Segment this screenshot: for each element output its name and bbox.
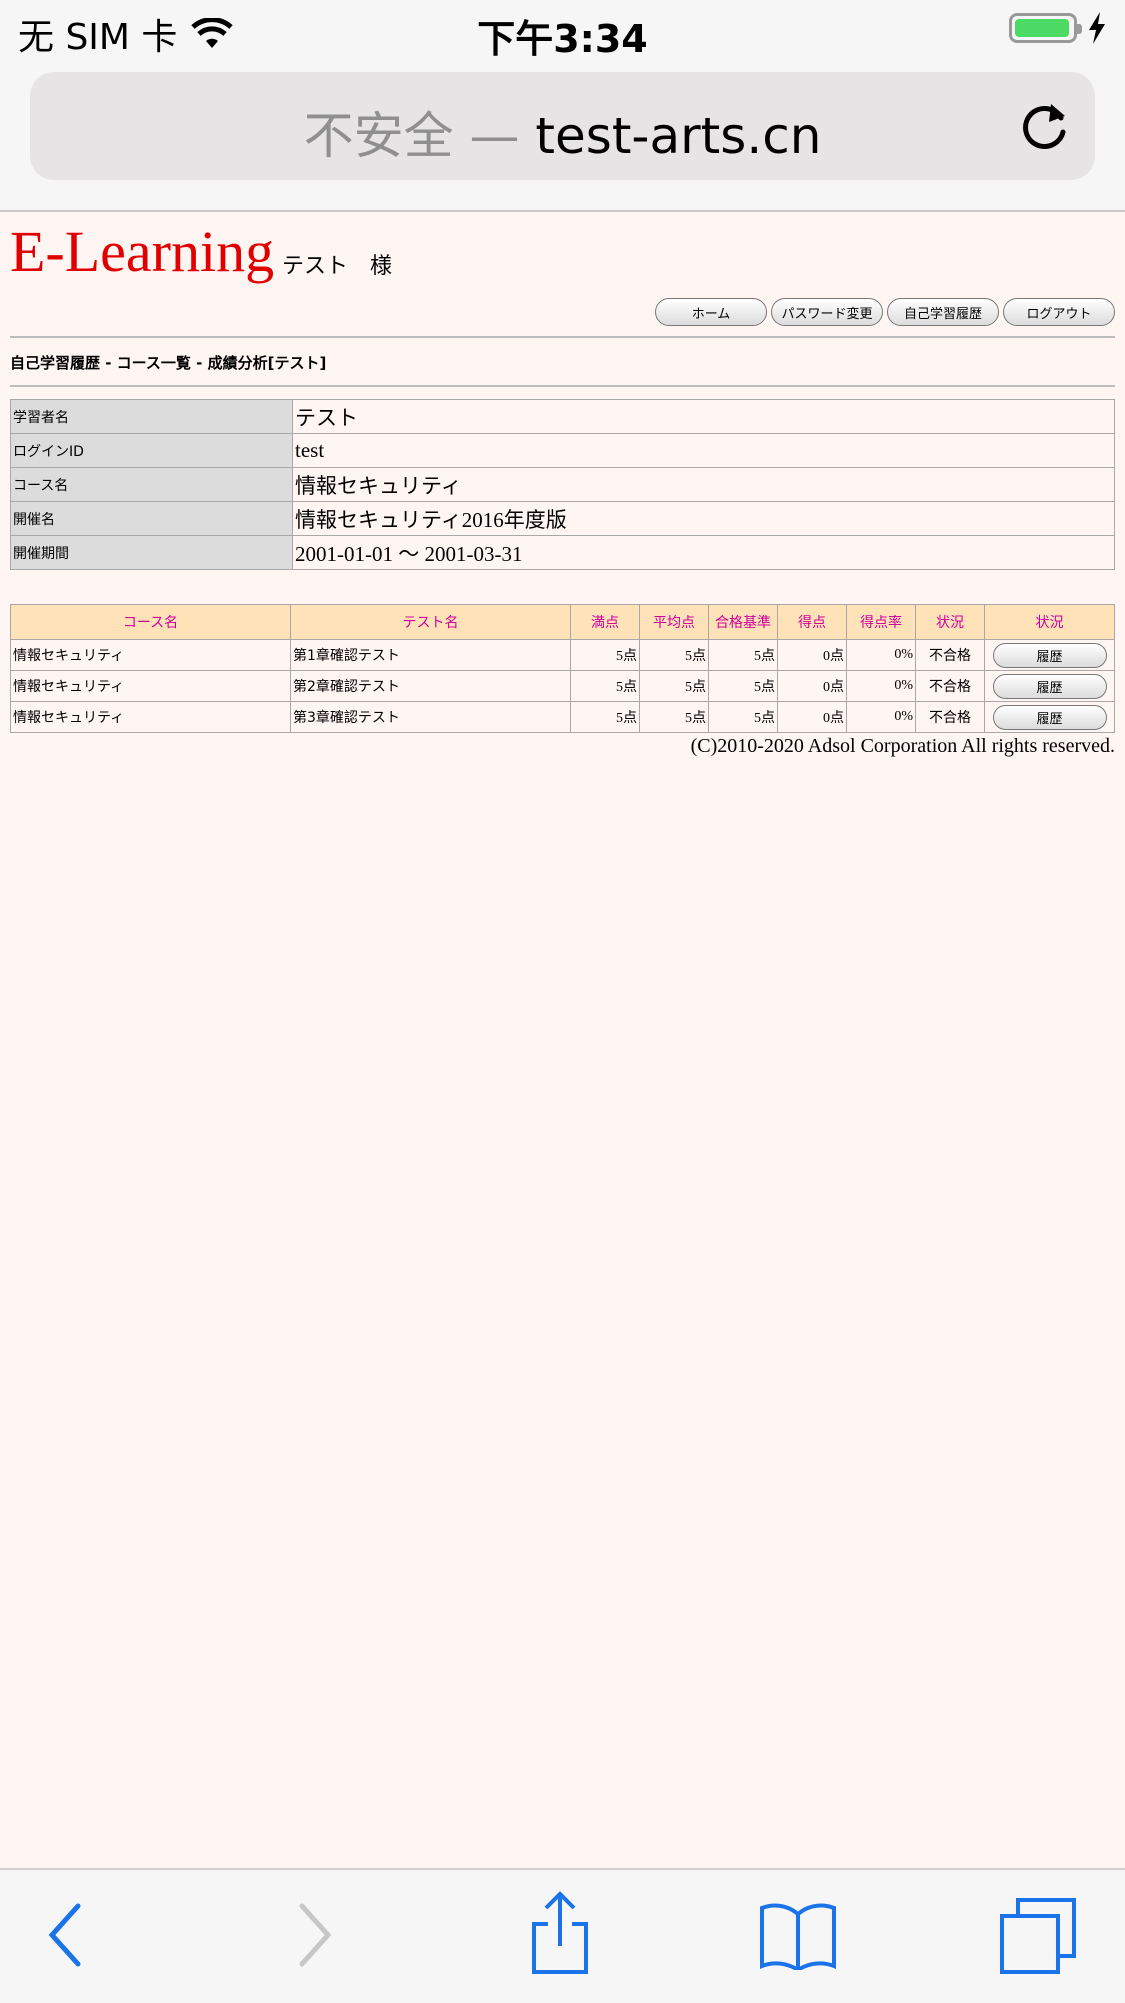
brand-logo: E-Learning [10, 219, 275, 284]
tabs-icon[interactable] [998, 1896, 1078, 1976]
battery-icon [1009, 13, 1082, 43]
cell-score: 0点 [777, 701, 847, 733]
page-content: E-Learning テスト 様 ホーム パスワード変更 自己学習履歴 ログアウ… [10, 218, 1115, 758]
col-action: 状況 [984, 604, 1115, 640]
info-row: 学習者名 テスト [10, 399, 1115, 434]
results-table: コース名 テスト名 満点 平均点 合格基準 得点 得点率 状況 状況 情報セキュ… [10, 604, 1115, 733]
history-button[interactable]: 履歴 [992, 642, 1107, 668]
table-row: 情報セキュリティ 第1章確認テスト 5点 5点 5点 0点 0% 不合格 履歴 [10, 639, 1115, 671]
col-test: テスト名 [290, 604, 571, 640]
table-row: 情報セキュリティ 第2章確認テスト 5点 5点 5点 0点 0% 不合格 履歴 [10, 670, 1115, 702]
back-icon[interactable] [44, 1900, 84, 1970]
cell-course: 情報セキュリティ [10, 670, 291, 702]
cell-status: 不合格 [915, 701, 985, 733]
info-label: コース名 [10, 467, 293, 502]
learning-history-button[interactable]: 自己学習履歴 [887, 298, 999, 326]
status-time: 下午3:34 [477, 17, 648, 61]
col-score: 得点 [777, 604, 847, 640]
info-row: 開催名 情報セキュリティ2016年度版 [10, 501, 1115, 536]
cell-test: 第3章確認テスト [290, 701, 571, 733]
info-value: 2001-01-01 ～ 2001-03-31 [292, 535, 1115, 570]
reload-icon[interactable] [1017, 98, 1073, 154]
cell-course: 情報セキュリティ [10, 639, 291, 671]
cell-pass: 5点 [708, 701, 778, 733]
info-label: 開催名 [10, 501, 293, 536]
cell-avg: 5点 [639, 701, 709, 733]
col-status: 状況 [915, 604, 985, 640]
col-course: コース名 [10, 604, 291, 640]
info-value: 情報セキュリティ2016年度版 [292, 501, 1115, 536]
cell-action: 履歴 [984, 670, 1115, 702]
info-row: コース名 情報セキュリティ [10, 467, 1115, 502]
home-button[interactable]: ホーム [655, 298, 767, 326]
cell-score: 0点 [777, 639, 847, 671]
address-area: 不安全 — test-arts.cn [0, 62, 1125, 212]
history-button[interactable]: 履歴 [992, 673, 1107, 699]
col-full: 満点 [570, 604, 640, 640]
cell-action: 履歴 [984, 701, 1115, 733]
cell-action: 履歴 [984, 639, 1115, 671]
cell-score: 0点 [777, 670, 847, 702]
cell-status: 不合格 [915, 670, 985, 702]
learner-info-table: 学習者名 テスト ログインID test コース名 情報セキュリティ 開催名 情… [10, 399, 1115, 570]
info-label: 学習者名 [10, 399, 293, 434]
cell-full: 5点 [570, 639, 640, 671]
table-row: 情報セキュリティ 第3章確認テスト 5点 5点 5点 0点 0% 不合格 履歴 [10, 701, 1115, 733]
col-pass: 合格基準 [708, 604, 778, 640]
info-value: 情報セキュリティ [292, 467, 1115, 502]
cell-pass: 5点 [708, 639, 778, 671]
address-bar[interactable]: 不安全 — test-arts.cn [30, 72, 1095, 180]
browser-toolbar [0, 1868, 1125, 2003]
cell-avg: 5点 [639, 670, 709, 702]
info-row: ログインID test [10, 433, 1115, 468]
cell-avg: 5点 [639, 639, 709, 671]
status-bar: 无 SIM 卡 下午3:34 [0, 0, 1125, 62]
results-header-row: コース名 テスト名 満点 平均点 合格基準 得点 得点率 状況 状況 [10, 604, 1115, 640]
change-password-button[interactable]: パスワード変更 [771, 298, 883, 326]
url-text[interactable]: 不安全 — test-arts.cn [30, 96, 1095, 168]
info-value: test [292, 433, 1115, 468]
header: E-Learning テスト 様 [10, 218, 1115, 288]
info-value: テスト [292, 399, 1115, 434]
cell-test: 第1章確認テスト [290, 639, 571, 671]
cell-rate: 0% [846, 701, 916, 733]
cell-rate: 0% [846, 670, 916, 702]
cell-rate: 0% [846, 639, 916, 671]
logout-button[interactable]: ログアウト [1003, 298, 1115, 326]
battery-fill [1015, 19, 1069, 37]
bookmarks-icon[interactable] [758, 1900, 838, 1970]
url-host: test-arts.cn [535, 107, 822, 165]
info-label: 開催期間 [10, 535, 293, 570]
cell-pass: 5点 [708, 670, 778, 702]
forward-icon[interactable] [296, 1900, 336, 1970]
copyright: (C)2010-2020 Adsol Corporation All right… [690, 735, 1115, 757]
battery-nub [1077, 24, 1082, 34]
info-label: ログインID [10, 433, 293, 468]
cell-test: 第2章確認テスト [290, 670, 571, 702]
cell-course: 情報セキュリティ [10, 701, 291, 733]
nav-buttons: ホーム パスワード変更 自己学習履歴 ログアウト [10, 298, 1115, 326]
cell-full: 5点 [570, 701, 640, 733]
info-row: 開催期間 2001-01-01 ～ 2001-03-31 [10, 535, 1115, 570]
breadcrumb: 自己学習履歴 - コース一覧 - 成績分析[テスト] [10, 354, 327, 372]
insecure-label: 不安全 — [303, 107, 520, 165]
share-icon[interactable] [528, 1890, 592, 1976]
divider [10, 385, 1115, 387]
cell-full: 5点 [570, 670, 640, 702]
history-button[interactable]: 履歴 [992, 704, 1107, 730]
user-name: テスト 様 [282, 254, 393, 279]
status-right [1009, 12, 1107, 44]
col-rate: 得点率 [846, 604, 916, 640]
charging-bolt-icon [1089, 12, 1105, 44]
cell-status: 不合格 [915, 639, 985, 671]
col-avg: 平均点 [639, 604, 709, 640]
